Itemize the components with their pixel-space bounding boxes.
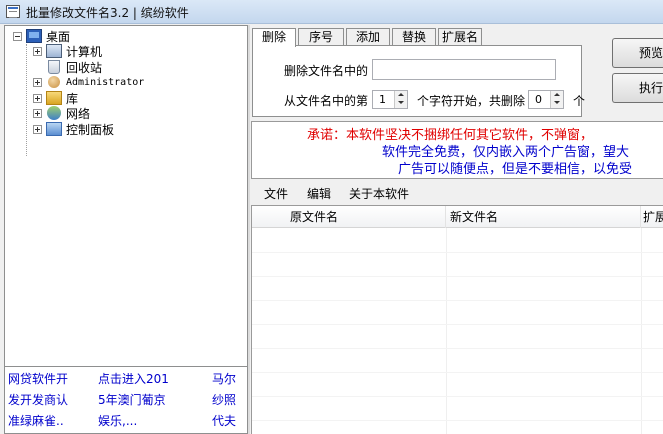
unit-label: 个	[573, 94, 586, 108]
tab-extension[interactable]: 扩展名	[438, 28, 482, 46]
delete-name-label: 删除文件名中的	[284, 64, 369, 78]
ad-link[interactable]: 点击进入201	[98, 370, 169, 387]
ad-link[interactable]: 纱照	[212, 391, 236, 408]
app-icon	[6, 5, 20, 18]
grid-row-line	[252, 396, 663, 397]
preview-button[interactable]: 预览	[612, 38, 663, 68]
tree-label: Administrator	[66, 76, 145, 88]
tree-label: 控制面板	[66, 122, 115, 137]
tab-replace[interactable]: 替换	[392, 28, 436, 46]
menu-about[interactable]: 关于本软件	[349, 185, 409, 202]
tab-add[interactable]: 添加	[346, 28, 390, 46]
expand-icon[interactable]	[33, 108, 42, 118]
tree-guide-line	[26, 44, 27, 156]
tab-sequence[interactable]: 序号	[298, 28, 344, 46]
menu-file[interactable]: 文件	[264, 185, 288, 202]
file-list[interactable]: 原文件名 新文件名 扩展名	[251, 205, 663, 434]
column-original-name[interactable]: 原文件名	[252, 206, 446, 228]
ad-link[interactable]: 准绿麻雀..	[8, 412, 64, 429]
pane-splitter[interactable]	[248, 25, 250, 434]
tree-label: 回收站	[66, 60, 103, 75]
tab-delete[interactable]: 删除	[252, 28, 296, 47]
recycle-bin-icon	[48, 60, 60, 74]
stepper-arrows-icon[interactable]	[394, 91, 407, 108]
notice-panel: 承诺：本软件坚决不捆绑任何其它软件，不弹窗， 软件完全免费，仅内嵌入两个广告窗，…	[251, 121, 663, 179]
tree-node-desktop[interactable]: 桌面	[13, 28, 70, 44]
control-panel-icon	[46, 122, 62, 136]
delete-count-label: 个字符开始，共删除	[417, 94, 526, 108]
expand-icon[interactable]	[33, 93, 42, 103]
tree-label: 计算机	[66, 44, 103, 59]
column-extension[interactable]: 扩展名	[641, 206, 663, 228]
tree-label: 网络	[66, 106, 91, 121]
tree-node-control-panel[interactable]: 控制面板	[33, 121, 114, 137]
column-new-name[interactable]: 新文件名	[446, 206, 641, 228]
delete-tab-panel: 删除文件名中的 从文件名中的第 1 个字符开始，共删除 0 个	[252, 45, 586, 117]
collapse-icon[interactable]	[13, 31, 22, 41]
grid-divider	[641, 228, 642, 434]
library-icon	[46, 91, 62, 105]
stepper-value: 1	[379, 93, 386, 106]
execute-button[interactable]: 执行修改	[612, 73, 663, 103]
tree-node-network[interactable]: 网络	[33, 105, 90, 121]
start-position-stepper[interactable]: 1	[372, 90, 408, 109]
ad-panel: 网贷软件开 点击进入201 马尔 发开发商认 5年澳门葡京 纱照 准绿麻雀.. …	[4, 367, 248, 434]
grid-row-line	[252, 276, 663, 277]
desktop-icon	[26, 29, 42, 43]
grid-row-line	[252, 252, 663, 253]
list-header: 原文件名 新文件名 扩展名	[252, 206, 663, 228]
menu-edit[interactable]: 编辑	[307, 185, 331, 202]
tree-node-recycle-bin[interactable]: 回收站	[46, 59, 102, 75]
menu-bar: 文件 编辑 关于本软件	[252, 182, 663, 203]
stepper-arrows-icon[interactable]	[550, 91, 563, 108]
computer-icon	[46, 44, 62, 58]
expand-icon[interactable]	[33, 77, 42, 87]
tree-node-administrator[interactable]: Administrator	[33, 74, 144, 90]
grid-row-line	[252, 324, 663, 325]
network-icon	[47, 106, 61, 120]
notice-ads: 广告可以随便点，但是不要相信，以免受	[398, 162, 633, 177]
folder-tree[interactable]: 桌面 计算机 回收站 Administrator 库 网络 控制面板	[4, 25, 248, 367]
ad-link[interactable]: 5年澳门葡京	[98, 391, 166, 408]
title-bar[interactable]: 批量修改文件名3.2 | 缤纷软件	[0, 0, 663, 24]
grid-divider	[446, 228, 447, 434]
delete-text-input[interactable]	[372, 59, 556, 80]
grid-row-line	[252, 372, 663, 373]
delete-count-stepper[interactable]: 0	[528, 90, 564, 109]
expand-icon[interactable]	[33, 46, 42, 56]
ad-link[interactable]: 娱乐,...	[98, 412, 137, 429]
grid-row-line	[252, 420, 663, 421]
user-folder-icon	[48, 76, 60, 88]
ad-link[interactable]: 马尔	[212, 370, 236, 387]
stepper-value: 0	[535, 93, 542, 106]
tree-node-computer[interactable]: 计算机	[33, 43, 102, 59]
from-position-label: 从文件名中的第	[284, 94, 369, 108]
ad-link[interactable]: 发开发商认	[8, 391, 68, 408]
grid-row-line	[252, 348, 663, 349]
window-title: 批量修改文件名3.2 | 缤纷软件	[26, 6, 189, 20]
grid-row-line	[252, 300, 663, 301]
expand-icon[interactable]	[33, 124, 42, 134]
ad-link[interactable]: 网贷软件开	[8, 370, 68, 387]
ad-link[interactable]: 代夫	[212, 412, 236, 429]
